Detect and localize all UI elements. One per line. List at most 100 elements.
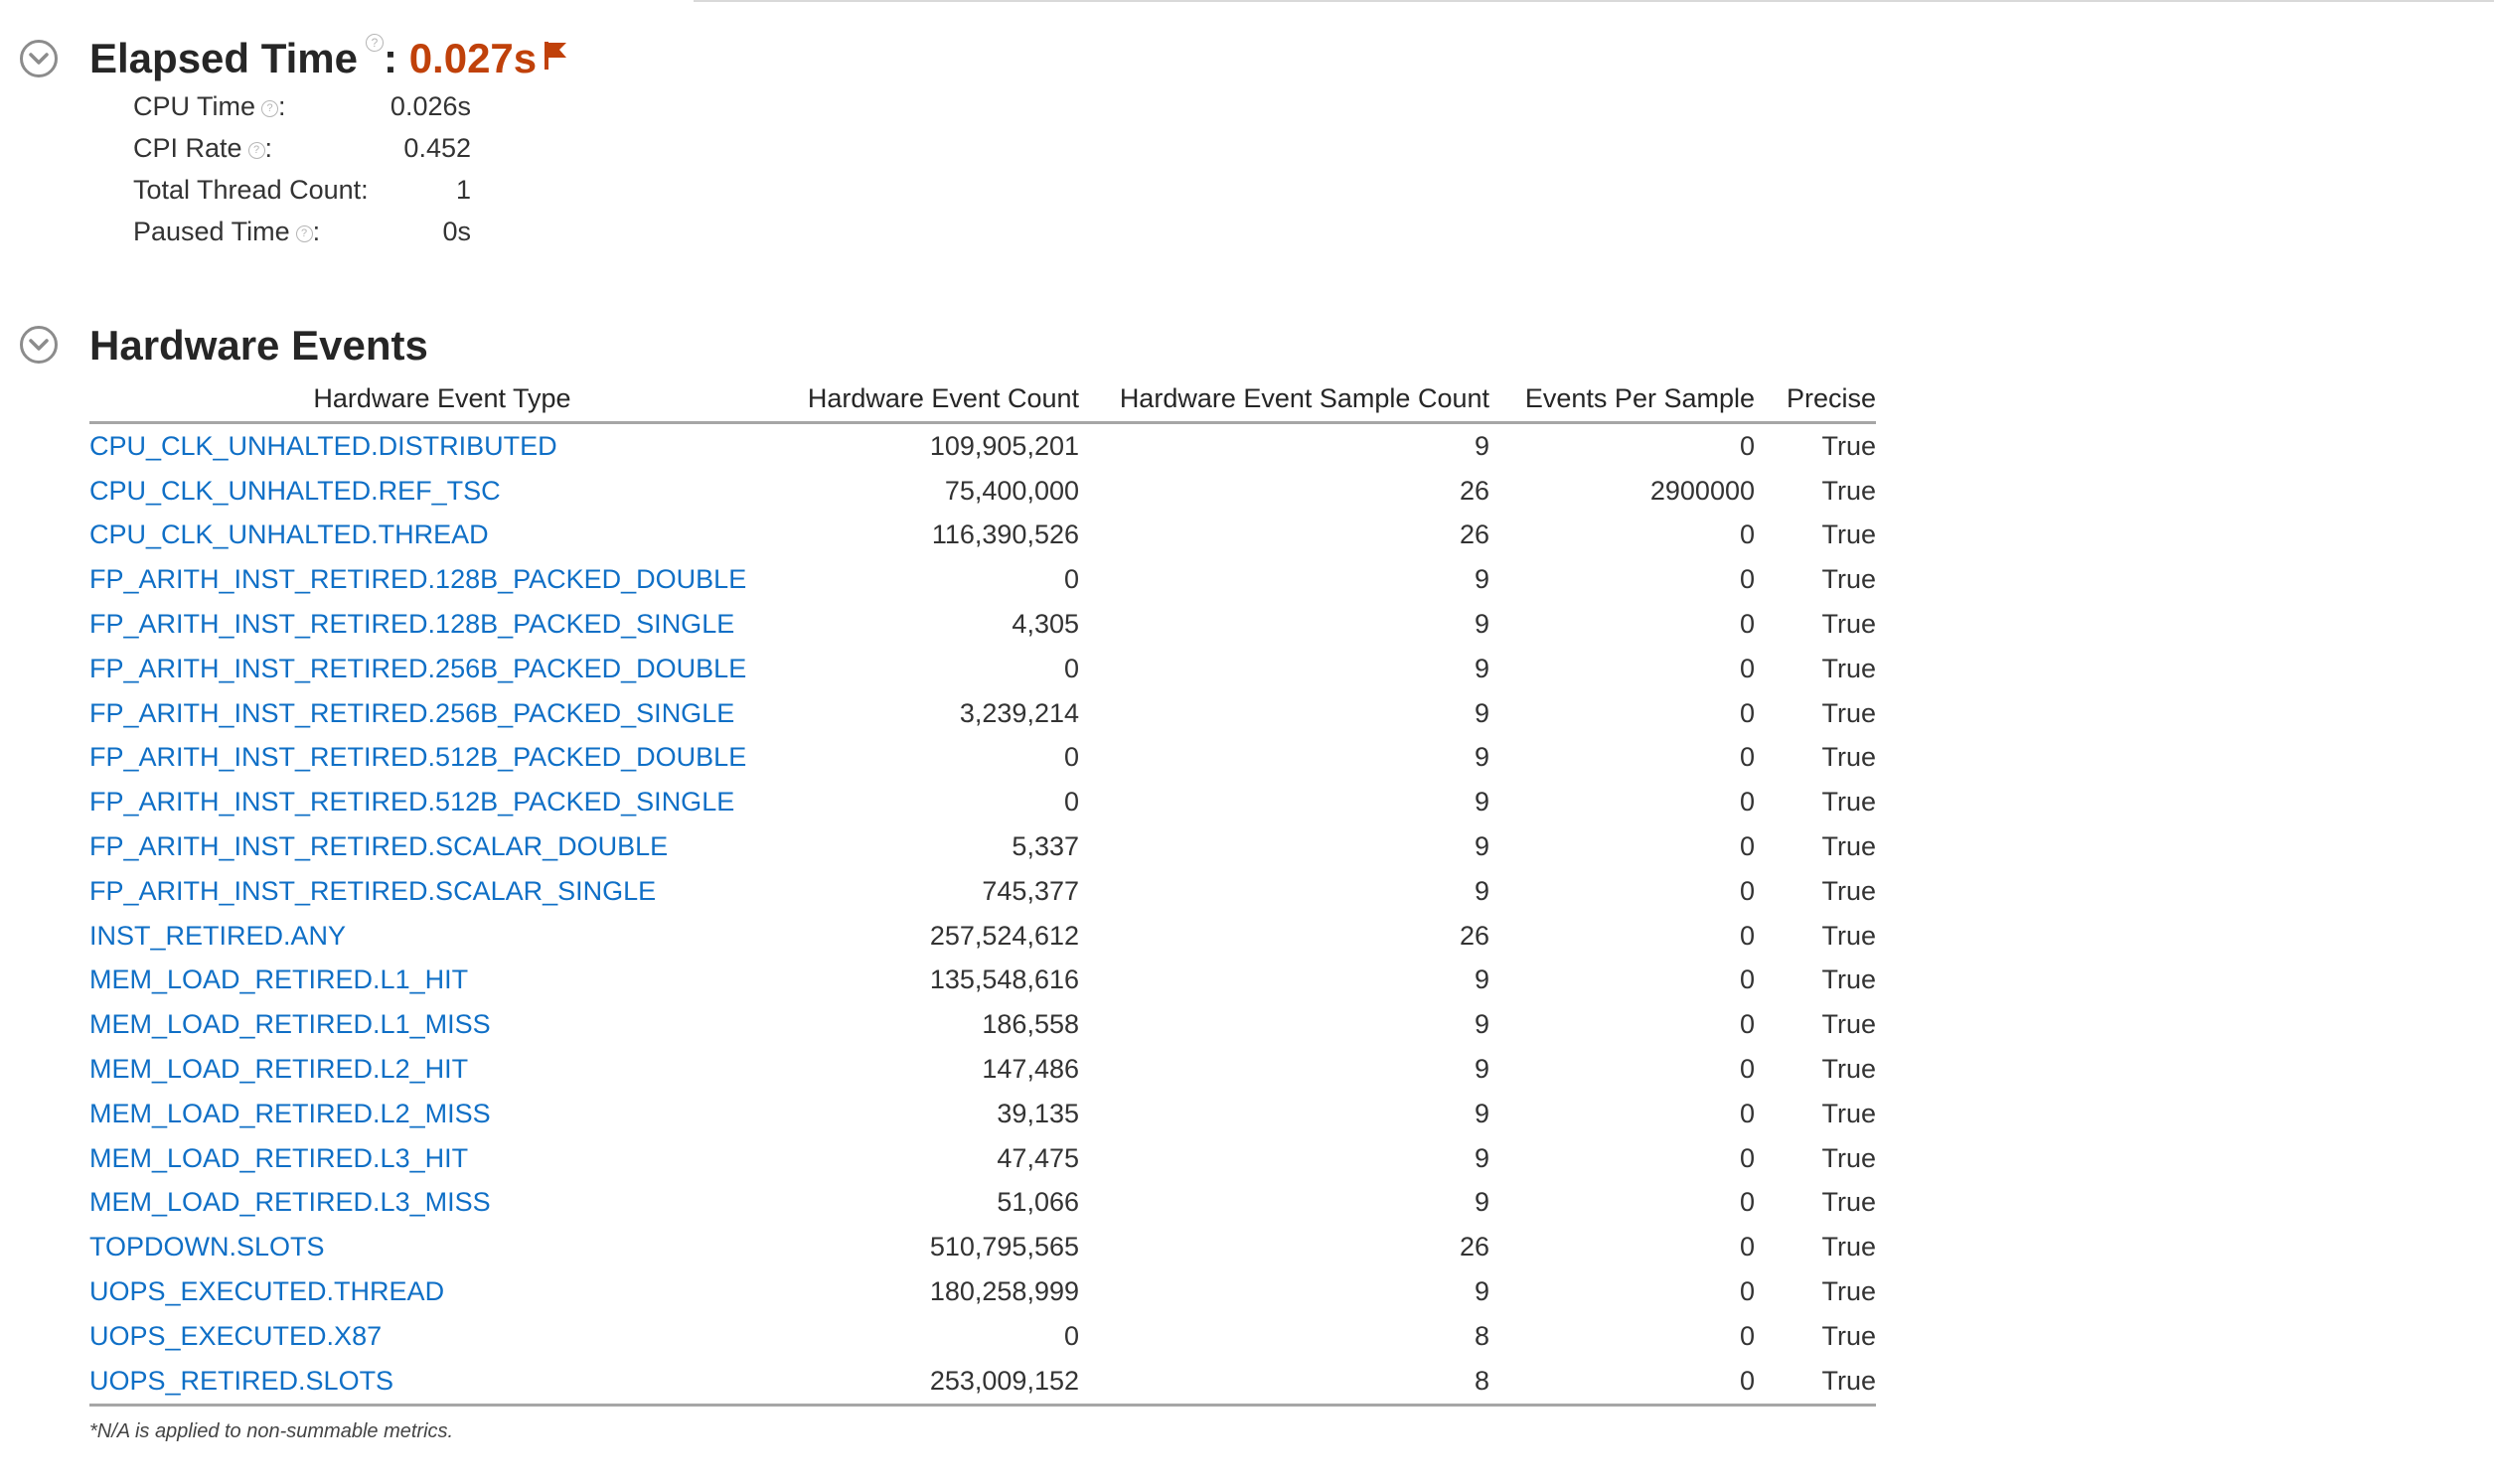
event-count-cell: 75,400,000 xyxy=(944,475,1079,506)
sample-count-cell: 9 xyxy=(1474,831,1489,862)
event-type-cell: FP_ARITH_INST_RETIRED.512B_PACKED_SINGLE xyxy=(89,780,795,824)
event-count-cell: 51,066 xyxy=(997,1187,1079,1218)
event-type-cell: UOPS_EXECUTED.X87 xyxy=(89,1314,795,1359)
events-per-sample-cell: 0 xyxy=(1739,920,1755,951)
events-per-sample-cell: 0 xyxy=(1739,1054,1755,1085)
table-row[interactable]: UOPS_RETIRED.SLOTS 253,009,152 8 0 True xyxy=(89,1358,1876,1407)
event-count-cell: 4,305 xyxy=(1012,609,1079,640)
events-per-sample-cell: 0 xyxy=(1739,875,1755,906)
sample-count-cell: 9 xyxy=(1474,564,1489,595)
event-type-link[interactable]: CPU_CLK_UNHALTED.THREAD xyxy=(89,519,489,549)
event-type-link[interactable]: FP_ARITH_INST_RETIRED.256B_PACKED_DOUBLE xyxy=(89,654,746,683)
event-type-cell: UOPS_RETIRED.SLOTS xyxy=(89,1358,795,1407)
metric-value: 0.452 xyxy=(403,133,471,163)
metric-label: CPU Time?: xyxy=(133,91,286,121)
table-row[interactable]: FP_ARITH_INST_RETIRED.256B_PACKED_SINGLE… xyxy=(89,691,1876,736)
table-row[interactable]: MEM_LOAD_RETIRED.L3_MISS 51,066 9 0 True xyxy=(89,1181,1876,1226)
column-header-sample-count[interactable]: Hardware Event Sample Count xyxy=(1079,375,1489,424)
event-type-link[interactable]: UOPS_EXECUTED.THREAD xyxy=(89,1276,444,1306)
event-count-cell: 745,377 xyxy=(982,875,1079,906)
table-row[interactable]: FP_ARITH_INST_RETIRED.128B_PACKED_SINGLE… xyxy=(89,602,1876,647)
column-header-event-count[interactable]: Hardware Event Count xyxy=(795,375,1079,424)
event-type-link[interactable]: FP_ARITH_INST_RETIRED.128B_PACKED_SINGLE xyxy=(89,609,734,639)
event-type-link[interactable]: UOPS_EXECUTED.X87 xyxy=(89,1321,382,1351)
sample-count-cell: 8 xyxy=(1079,1358,1489,1407)
precise-cell: True xyxy=(1821,787,1876,817)
table-row[interactable]: CPU_CLK_UNHALTED.THREAD 116,390,526 26 0 Tru… xyxy=(89,514,1876,558)
table-row[interactable]: MEM_LOAD_RETIRED.L1_MISS 186,558 9 0 True xyxy=(89,1002,1876,1047)
flag-icon xyxy=(545,42,567,70)
elapsed-collapse-button[interactable] xyxy=(20,40,58,77)
event-type-cell: CPU_CLK_UNHALTED.REF_TSC xyxy=(89,469,795,514)
column-header-precise[interactable]: Precise xyxy=(1755,375,1876,424)
event-count-cell: 109,905,201 xyxy=(929,430,1079,461)
event-type-link[interactable]: FP_ARITH_INST_RETIRED.512B_PACKED_DOUBLE xyxy=(89,742,746,772)
table-row[interactable]: FP_ARITH_INST_RETIRED.128B_PACKED_DOUBLE… xyxy=(89,557,1876,602)
table-row[interactable]: FP_ARITH_INST_RETIRED.512B_PACKED_SINGLE… xyxy=(89,780,1876,824)
event-type-link[interactable]: FP_ARITH_INST_RETIRED.512B_PACKED_SINGLE xyxy=(89,787,734,816)
table-row[interactable]: FP_ARITH_INST_RETIRED.SCALAR_SINGLE 745,3… xyxy=(89,869,1876,914)
event-count-cell: 0 xyxy=(1063,787,1079,817)
event-type-link[interactable]: FP_ARITH_INST_RETIRED.SCALAR_DOUBLE xyxy=(89,831,668,861)
top-divider xyxy=(694,0,2494,2)
event-type-link[interactable]: MEM_LOAD_RETIRED.L3_HIT xyxy=(89,1143,468,1173)
precise-cell: True xyxy=(1821,965,1876,995)
event-type-cell: TOPDOWN.SLOTS xyxy=(89,1225,795,1269)
events-per-sample-cell: 0 xyxy=(1739,430,1755,461)
table-row[interactable]: UOPS_EXECUTED.X87 0 8 0 True xyxy=(89,1314,1876,1359)
sample-count-cell: 9 xyxy=(1474,1187,1489,1218)
elapsed-time-title: Elapsed Time xyxy=(89,35,359,81)
event-type-link[interactable]: FP_ARITH_INST_RETIRED.256B_PACKED_SINGLE xyxy=(89,698,734,728)
table-header-row: Hardware Event Type Hardware Event Count… xyxy=(89,375,1876,424)
event-type-link[interactable]: CPU_CLK_UNHALTED.DISTRIBUTED xyxy=(89,431,557,461)
table-row[interactable]: UOPS_EXECUTED.THREAD 180,258,999 9 0 True xyxy=(89,1269,1876,1314)
elapsed-separator: : xyxy=(384,35,398,81)
table-row[interactable]: TOPDOWN.SLOTS 510,795,565 26 0 True xyxy=(89,1225,1876,1269)
event-type-link[interactable]: MEM_LOAD_RETIRED.L2_MISS xyxy=(89,1099,491,1128)
event-type-cell: FP_ARITH_INST_RETIRED.256B_PACKED_SINGLE xyxy=(89,691,795,736)
event-type-cell: MEM_LOAD_RETIRED.L2_HIT xyxy=(89,1047,795,1092)
event-type-cell: FP_ARITH_INST_RETIRED.256B_PACKED_DOUBLE xyxy=(89,647,795,691)
table-row[interactable]: FP_ARITH_INST_RETIRED.SCALAR_DOUBLE 5,337… xyxy=(89,824,1876,869)
events-per-sample-cell: 0 xyxy=(1739,564,1755,595)
event-count-cell: 39,135 xyxy=(997,1098,1079,1128)
table-row[interactable]: INST_RETIRED.ANY 257,524,612 26 0 True xyxy=(89,914,1876,959)
event-type-link[interactable]: FP_ARITH_INST_RETIRED.128B_PACKED_DOUBLE xyxy=(89,564,746,594)
elapsed-time-heading: Elapsed Time?: 0.027s xyxy=(89,34,568,81)
event-type-link[interactable]: CPU_CLK_UNHALTED.REF_TSC xyxy=(89,476,501,506)
event-type-link[interactable]: UOPS_RETIRED.SLOTS xyxy=(89,1366,393,1396)
table-row[interactable]: MEM_LOAD_RETIRED.L1_HIT 135,548,616 9 0 True xyxy=(89,959,1876,1003)
sample-count-cell: 26 xyxy=(1459,475,1489,506)
table-row[interactable]: MEM_LOAD_RETIRED.L2_HIT 147,486 9 0 True xyxy=(89,1047,1876,1092)
event-count-cell: 0 xyxy=(1063,1320,1079,1351)
help-icon[interactable]: ? xyxy=(366,34,385,52)
hardware-collapse-button[interactable] xyxy=(20,326,58,364)
sample-count-cell: 9 xyxy=(1474,609,1489,640)
table-row[interactable]: MEM_LOAD_RETIRED.L3_HIT 47,475 9 0 True xyxy=(89,1136,1876,1181)
event-type-cell: CPU_CLK_UNHALTED.DISTRIBUTED xyxy=(89,423,795,469)
events-per-sample-cell: 0 xyxy=(1739,519,1755,550)
precise-cell: True xyxy=(1821,653,1876,683)
event-count-cell: 257,524,612 xyxy=(929,920,1079,951)
event-type-link[interactable]: TOPDOWN.SLOTS xyxy=(89,1232,325,1261)
table-row[interactable]: CPU_CLK_UNHALTED.REF_TSC 75,400,000 26 2900… xyxy=(89,469,1876,514)
event-type-link[interactable]: MEM_LOAD_RETIRED.L2_HIT xyxy=(89,1054,468,1084)
table-row[interactable]: FP_ARITH_INST_RETIRED.512B_PACKED_DOUBLE… xyxy=(89,736,1876,781)
event-type-link[interactable]: MEM_LOAD_RETIRED.L3_MISS xyxy=(89,1187,491,1217)
sample-count-cell: 26 xyxy=(1459,1232,1489,1262)
table-row[interactable]: MEM_LOAD_RETIRED.L2_MISS 39,135 9 0 True xyxy=(89,1092,1876,1136)
column-header-events-per-sample[interactable]: Events Per Sample xyxy=(1489,375,1755,424)
event-type-link[interactable]: MEM_LOAD_RETIRED.L1_HIT xyxy=(89,965,468,994)
help-icon[interactable]: ? xyxy=(247,142,265,159)
event-type-link[interactable]: MEM_LOAD_RETIRED.L1_MISS xyxy=(89,1009,491,1039)
table-row[interactable]: CPU_CLK_UNHALTED.DISTRIBUTED 109,905,201 9… xyxy=(89,423,1876,469)
event-type-link[interactable]: FP_ARITH_INST_RETIRED.SCALAR_SINGLE xyxy=(89,876,656,906)
event-type-link[interactable]: INST_RETIRED.ANY xyxy=(89,921,346,951)
event-type-cell: FP_ARITH_INST_RETIRED.128B_PACKED_SINGLE xyxy=(89,602,795,647)
event-type-cell: FP_ARITH_INST_RETIRED.SCALAR_DOUBLE xyxy=(89,824,795,869)
sample-count-cell: 9 xyxy=(1474,430,1489,461)
sample-count-cell: 9 xyxy=(1474,1098,1489,1128)
table-row[interactable]: FP_ARITH_INST_RETIRED.256B_PACKED_DOUBLE… xyxy=(89,647,1876,691)
column-header-event-type[interactable]: Hardware Event Type xyxy=(89,375,795,424)
metric-label: CPI Rate?: xyxy=(133,133,273,163)
